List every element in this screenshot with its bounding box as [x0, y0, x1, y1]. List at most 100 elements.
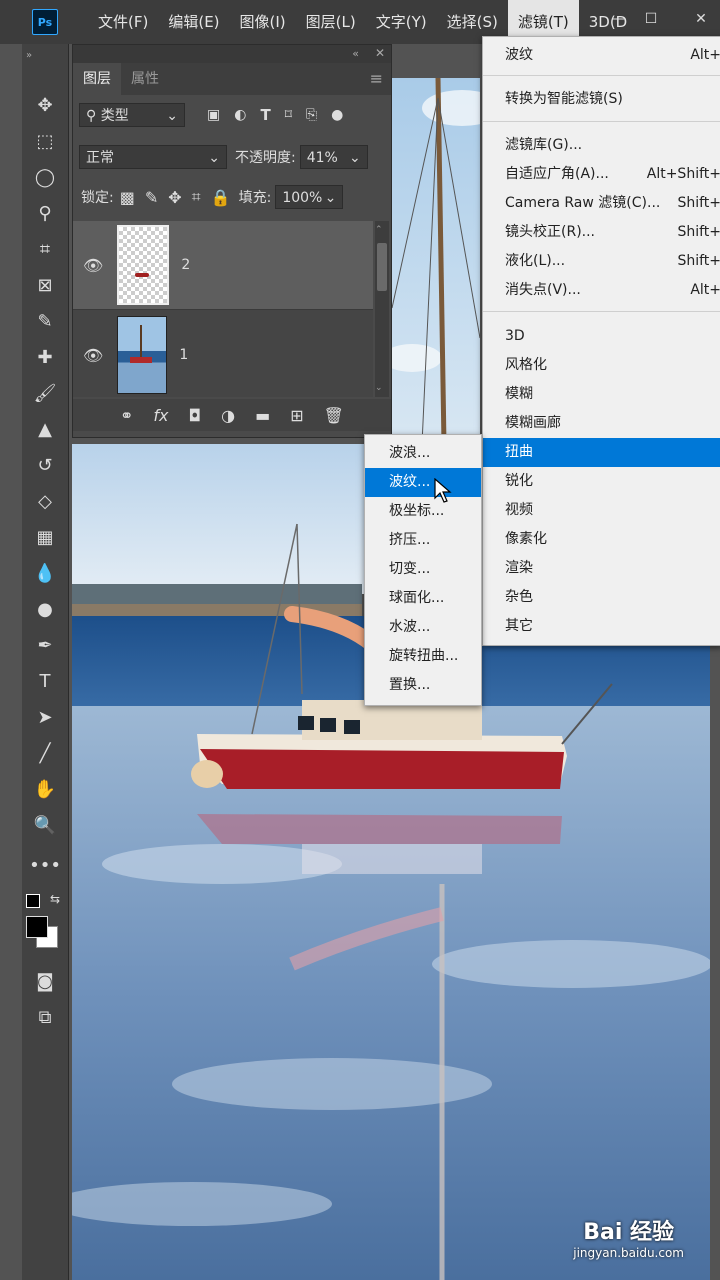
marquee-tool-icon[interactable]: ⬚: [30, 126, 60, 156]
menu-item-ripple-last[interactable]: 波纹 Alt+: [483, 41, 720, 70]
eyedropper-tool-icon[interactable]: ✎: [30, 306, 60, 336]
shape-filter-icon[interactable]: ⌑: [285, 107, 292, 123]
eye-icon[interactable]: 👁: [83, 256, 103, 275]
layers-scrollbar[interactable]: ⌃ ⌄: [375, 221, 389, 397]
submenu-item-zigzag[interactable]: 水波...: [365, 613, 481, 642]
menu-item-lens-correction[interactable]: 镜头校正(R)... Shift+: [483, 218, 720, 247]
submenu-item-polar-coordinates[interactable]: 极坐标...: [365, 497, 481, 526]
move-tool-icon[interactable]: ✥: [30, 90, 60, 120]
fx-icon[interactable]: fx: [153, 406, 168, 425]
eye-icon[interactable]: 👁: [83, 346, 103, 365]
link-layers-icon[interactable]: ⚭: [120, 406, 133, 425]
submenu-item-wave[interactable]: 波浪...: [365, 439, 481, 468]
panel-menu-icon[interactable]: ≡: [362, 63, 391, 95]
menu-item-stylize[interactable]: 风格化: [483, 351, 720, 380]
lock-transparency-icon[interactable]: ▩: [120, 188, 135, 207]
lock-position-icon[interactable]: ✥: [168, 188, 181, 207]
menu-item-pixelate[interactable]: 像素化: [483, 525, 720, 554]
lock-pixels-icon[interactable]: ✎: [145, 188, 158, 207]
menu-item-3d[interactable]: 3D: [483, 322, 720, 351]
frame-tool-icon[interactable]: ⊠: [30, 270, 60, 300]
path-select-tool-icon[interactable]: ➤: [30, 702, 60, 732]
menu-item-convert-smart-filter[interactable]: 转换为智能滤镜(S): [483, 85, 720, 114]
menu-item-render[interactable]: 渲染: [483, 554, 720, 583]
default-colors-icon[interactable]: [26, 894, 40, 908]
menu-item-other[interactable]: 其它: [483, 612, 720, 641]
gradient-tool-icon[interactable]: ▦: [30, 522, 60, 552]
panel-close-icon[interactable]: ✕: [375, 46, 385, 60]
submenu-item-spherize[interactable]: 球面化...: [365, 584, 481, 613]
tab-layers[interactable]: 图层: [73, 63, 121, 95]
lasso-tool-icon[interactable]: ◯: [30, 162, 60, 192]
submenu-item-twirl[interactable]: 旋转扭曲...: [365, 642, 481, 671]
swap-colors-icon[interactable]: ⇆: [50, 892, 60, 906]
minimize-icon[interactable]: —: [604, 6, 634, 32]
line-tool-icon[interactable]: ╱: [30, 738, 60, 768]
tab-properties[interactable]: 属性: [121, 63, 169, 95]
canvas-top-strip[interactable]: [392, 78, 480, 444]
lock-artboard-icon[interactable]: ⌗: [192, 187, 201, 207]
filter-toggle-icon[interactable]: ●: [331, 107, 343, 123]
menu-item-blur[interactable]: 模糊: [483, 380, 720, 409]
history-brush-tool-icon[interactable]: ↺: [30, 450, 60, 480]
submenu-item-shear[interactable]: 切变...: [365, 555, 481, 584]
layer-row[interactable]: 👁 2: [73, 221, 373, 310]
menu-item-filter-gallery[interactable]: 滤镜库(G)...: [483, 131, 720, 160]
menu-file[interactable]: 文件(F): [88, 0, 158, 44]
quick-select-tool-icon[interactable]: ⚲: [30, 198, 60, 228]
zoom-tool-icon[interactable]: 🔍: [30, 810, 60, 840]
menu-edit[interactable]: 编辑(E): [158, 0, 229, 44]
menu-item-noise[interactable]: 杂色: [483, 583, 720, 612]
add-mask-icon[interactable]: ◘: [189, 406, 202, 425]
submenu-item-ripple[interactable]: 波纹...: [365, 468, 481, 497]
menu-layer[interactable]: 图层(L): [296, 0, 366, 44]
fill-input[interactable]: 100% ⌄: [275, 185, 344, 209]
menu-item-liquify[interactable]: 液化(L)... Shift+: [483, 247, 720, 276]
collapse-icon[interactable]: »: [26, 50, 32, 61]
menu-item-camera-raw[interactable]: Camera Raw 滤镜(C)... Shift+: [483, 189, 720, 218]
layer-row[interactable]: 👁 1: [73, 311, 373, 400]
stamp-tool-icon[interactable]: ▲: [30, 414, 60, 444]
pixel-filter-icon[interactable]: ▣: [207, 107, 220, 123]
hand-tool-icon[interactable]: ✋: [30, 774, 60, 804]
blend-mode-select[interactable]: 正常 ⌄: [79, 145, 227, 169]
close-icon[interactable]: ✕: [686, 6, 716, 32]
smart-object-filter-icon[interactable]: ⎘: [306, 107, 317, 123]
menu-image[interactable]: 图像(I): [230, 0, 296, 44]
panel-collapse-icon[interactable]: «: [352, 47, 359, 60]
menu-item-blur-gallery[interactable]: 模糊画廊: [483, 409, 720, 438]
delete-layer-icon[interactable]: 🗑: [324, 406, 344, 425]
quick-mask-icon[interactable]: ◙: [30, 966, 60, 996]
more-tools-icon[interactable]: •••: [29, 850, 61, 880]
dodge-tool-icon[interactable]: ●: [30, 594, 60, 624]
healing-brush-tool-icon[interactable]: ✚: [30, 342, 60, 372]
new-layer-icon[interactable]: ⊞: [290, 406, 303, 425]
submenu-item-displace[interactable]: 置换...: [365, 671, 481, 700]
menu-item-distort[interactable]: 扭曲: [483, 438, 720, 467]
new-group-icon[interactable]: ▬: [255, 406, 270, 425]
brush-tool-icon[interactable]: 🖌: [30, 378, 60, 408]
adjustment-layer-icon[interactable]: ◑: [221, 406, 235, 425]
blur-tool-icon[interactable]: 💧: [30, 558, 60, 588]
layer-name[interactable]: 2: [181, 257, 190, 273]
layer-filter-select[interactable]: ⚲ 类型 ⌄: [79, 103, 185, 127]
crop-tool-icon[interactable]: ⌗: [30, 234, 60, 264]
type-filter-icon[interactable]: T: [260, 106, 270, 124]
menu-item-sharpen[interactable]: 锐化: [483, 467, 720, 496]
layers-panel: « ✕ 图层 属性 ≡ ⚲ 类型 ⌄ ▣ ◐ T ⌑ ⎘ ● 正常 ⌄ 不透明度: …: [72, 44, 392, 438]
menu-type[interactable]: 文字(Y): [366, 0, 437, 44]
foreground-color-swatch[interactable]: [26, 916, 48, 938]
lock-all-icon[interactable]: 🔒: [211, 188, 231, 207]
submenu-item-pinch[interactable]: 挤压...: [365, 526, 481, 555]
maximize-icon[interactable]: ☐: [636, 6, 666, 32]
eraser-tool-icon[interactable]: ◇: [30, 486, 60, 516]
screen-mode-icon[interactable]: ⧉: [30, 1002, 60, 1032]
menu-item-video[interactable]: 视频: [483, 496, 720, 525]
layer-name[interactable]: 1: [179, 347, 188, 363]
adjustment-filter-icon[interactable]: ◐: [234, 107, 246, 123]
opacity-input[interactable]: 41% ⌄: [299, 145, 368, 169]
menu-item-vanishing-point[interactable]: 消失点(V)... Alt+: [483, 276, 720, 305]
type-tool-icon[interactable]: T: [30, 666, 60, 696]
menu-item-adaptive-wide-angle[interactable]: 自适应广角(A)... Alt+Shift+: [483, 160, 720, 189]
pen-tool-icon[interactable]: ✒: [30, 630, 60, 660]
